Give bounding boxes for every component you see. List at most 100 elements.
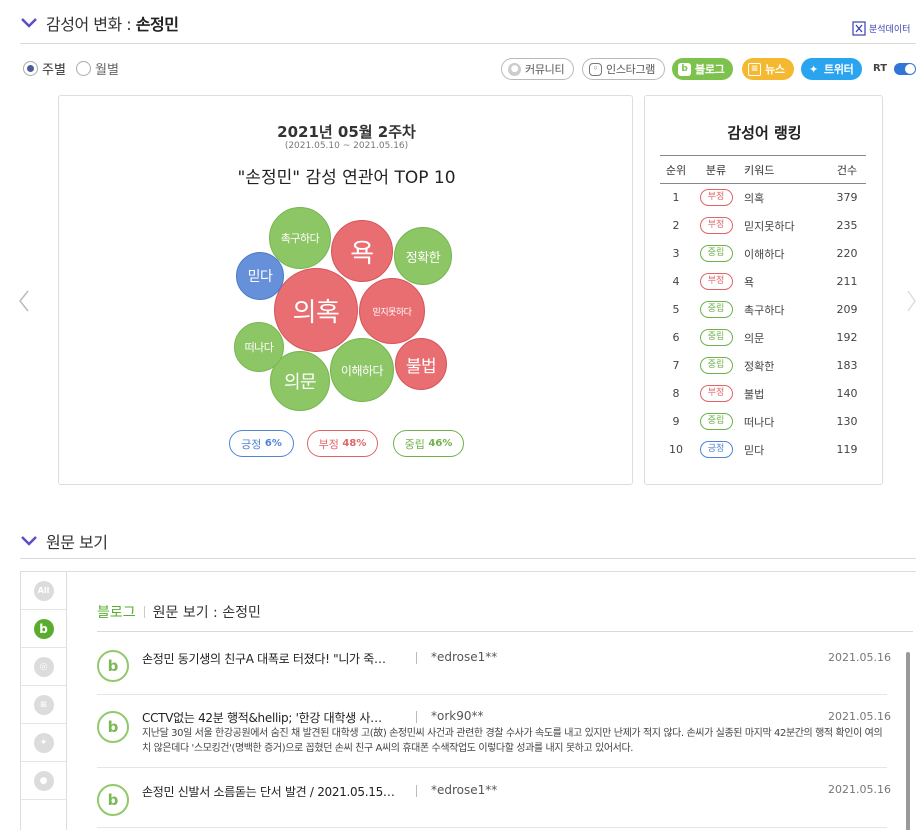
count-cell: 183: [836, 359, 858, 372]
bubble[interactable]: 정확한: [394, 227, 452, 285]
sentiment-cell: 부정: [692, 212, 740, 240]
sentiment-tag: 중립: [699, 301, 733, 318]
ranking-row: 8 부정 불법 140: [660, 380, 866, 408]
active-source-tab[interactable]: 블로그: [97, 602, 136, 622]
rank-number: 5: [672, 303, 680, 316]
post-separator: [416, 652, 417, 664]
bubble[interactable]: 믿다: [236, 252, 284, 300]
ranking-row: 9 중립 떠나다 130: [660, 408, 866, 436]
count-cell: 379: [836, 191, 858, 205]
rank-number: 4: [672, 275, 680, 288]
section-divider: [20, 43, 916, 44]
post-item[interactable]: b 손정민 신발서 소름돋는 단서 발견 / 2021.05.15… *edro…: [97, 768, 891, 828]
chevron-down-icon[interactable]: [20, 532, 38, 550]
sentiment-tag: 중립: [699, 329, 733, 346]
news-icon: ≡: [33, 694, 54, 715]
sentiment-tag: 중립: [699, 245, 733, 262]
ranking-row: 3 중립 이해하다 220: [660, 240, 866, 268]
ranking-title: 감성어 랭킹: [727, 124, 802, 142]
post-title[interactable]: 손정민 동기생의 친구A 대폭로 터졌다! "니가 죽…: [142, 650, 402, 667]
original-section-header: 원문 보기: [20, 529, 108, 553]
download-data-button[interactable]: 분석데이터: [852, 21, 910, 36]
post-list-scrollbar[interactable]: [906, 652, 910, 830]
channel-blog-button[interactable]: b 블로그: [672, 58, 734, 80]
bubble[interactable]: 떠나다: [234, 322, 284, 372]
source-all-button[interactable]: All: [21, 572, 66, 610]
source-community-button[interactable]: ●: [21, 762, 66, 800]
channel-twitter-button[interactable]: ✦ 트위터: [801, 58, 863, 80]
rank-number: 10: [669, 443, 683, 456]
tab-separator: [143, 606, 145, 618]
legend-negative: 부정 48%: [307, 430, 378, 457]
legend-neutral: 중립 46%: [393, 430, 464, 457]
rank-number: 2: [672, 219, 680, 232]
twitter-icon: ✦: [809, 62, 818, 76]
rank-number: 6: [672, 331, 680, 344]
keyword-cell[interactable]: 믿지못하다: [740, 212, 828, 240]
keyword-cell[interactable]: 떠나다: [740, 408, 828, 436]
rt-toggle[interactable]: [894, 63, 916, 75]
bubble[interactable]: 믿지못하다: [359, 278, 425, 344]
rank-number: 8: [672, 387, 680, 400]
post-date: 2021.05.16: [828, 651, 891, 664]
header-rank: 순위: [660, 155, 692, 184]
blog-icon: b: [97, 711, 129, 743]
channel-community-button[interactable]: ● 커뮤니티: [501, 58, 575, 80]
rank-number: 7: [672, 359, 680, 372]
bubble[interactable]: 의혹: [274, 268, 358, 352]
sentiment-cell: 부정: [692, 380, 740, 408]
sentiment-cell: 중립: [692, 240, 740, 268]
sentiment-section-header: 감성어 변화 : 손정민: [20, 11, 179, 35]
ranking-row: 4 부정 욕 211: [660, 268, 866, 296]
keyword-cell[interactable]: 이해하다: [740, 240, 828, 268]
count-cell: 140: [836, 387, 858, 400]
count-cell: 220: [836, 247, 858, 260]
sentiment-cell: 부정: [692, 184, 740, 212]
post-title[interactable]: 손정민 신발서 소름돋는 단서 발견 / 2021.05.15…: [142, 783, 402, 800]
ranking-row: 7 중립 정확한 183: [660, 352, 866, 380]
keyword-cell[interactable]: 정확한: [740, 352, 828, 380]
instagram-icon: ◎: [33, 656, 54, 677]
bubble[interactable]: 이해하다: [330, 338, 394, 402]
keyword-cell[interactable]: 욕: [740, 268, 828, 296]
period-weekly-radio[interactable]: 주별: [23, 59, 66, 78]
chevron-down-icon[interactable]: [20, 14, 38, 32]
source-blog-button[interactable]: b: [21, 610, 66, 648]
blog-icon: b: [97, 650, 129, 682]
sentiment-cell: 중립: [692, 324, 740, 352]
keyword-cell[interactable]: 믿다: [740, 436, 828, 464]
keyword-cell[interactable]: 불법: [740, 380, 828, 408]
keyword-cell[interactable]: 의문: [740, 324, 828, 352]
rt-label: RT: [873, 63, 888, 74]
post-title[interactable]: CCTV없는 42분 행적&hellip; '한강 대학생 사…: [142, 709, 402, 726]
radio-icon: [76, 61, 91, 76]
keyword-cell[interactable]: 의혹: [740, 184, 828, 212]
channel-news-button[interactable]: ≡ 뉴스: [742, 58, 794, 80]
period-monthly-radio[interactable]: 월별: [76, 59, 119, 78]
sentiment-tag: 부정: [699, 385, 733, 402]
source-sidebar: All b ◎ ≡ ✦ ●: [21, 572, 67, 830]
channel-instagram-button[interactable]: ◦ 인스타그램: [582, 58, 666, 80]
all-icon: All: [33, 580, 54, 601]
post-item[interactable]: b 손정민 동기생의 친구A 대폭로 터졌다! "니가 죽… *edrose1*…: [97, 632, 891, 695]
chevron-right-icon: [907, 290, 916, 312]
sentiment-cell: 부정: [692, 268, 740, 296]
keyword-cell[interactable]: 촉구하다: [740, 296, 828, 324]
post-date: 2021.05.16: [828, 710, 891, 723]
source-twitter-button[interactable]: ✦: [21, 724, 66, 762]
header-keyword: 키워드: [740, 155, 828, 184]
bubble[interactable]: 욕: [331, 220, 393, 282]
prev-week-arrow[interactable]: [18, 289, 30, 317]
sentiment-cell: 중립: [692, 296, 740, 324]
count-cell: 235: [836, 219, 858, 232]
post-list: b 손정민 동기생의 친구A 대폭로 터졌다! "니가 죽… *edrose1*…: [97, 632, 891, 830]
post-item[interactable]: b CCTV없는 42분 행적&hellip; '한강 대학생 사… *ork9…: [97, 695, 891, 768]
next-week-arrow[interactable]: [906, 289, 916, 317]
count-cell: 130: [836, 415, 858, 428]
sentiment-tag: 중립: [699, 357, 733, 374]
bubble[interactable]: 불법: [395, 338, 447, 390]
source-news-button[interactable]: ≡: [21, 686, 66, 724]
ranking-row: 5 중립 촉구하다 209: [660, 296, 866, 324]
sentiment-tag: 긍정: [699, 441, 733, 458]
source-instagram-button[interactable]: ◎: [21, 648, 66, 686]
